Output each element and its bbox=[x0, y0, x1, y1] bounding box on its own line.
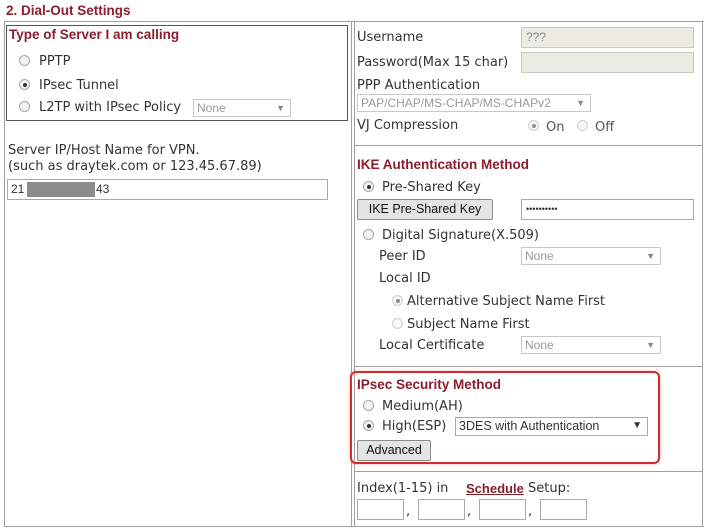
schedule-suffix: Setup: bbox=[528, 481, 571, 496]
radio-vj-on[interactable] bbox=[528, 120, 539, 131]
password-label: Password(Max 15 char) bbox=[357, 55, 509, 70]
chevron-down-icon: ▼ bbox=[576, 98, 585, 108]
ike-title: IKE Authentication Method bbox=[357, 157, 529, 172]
redacted-block bbox=[27, 182, 95, 197]
radio-high-esp[interactable] bbox=[363, 420, 374, 431]
schedule-index-1[interactable] bbox=[357, 499, 404, 520]
chevron-down-icon: ▼ bbox=[632, 420, 642, 431]
radio-medium-ah[interactable] bbox=[363, 400, 374, 411]
esp-method-select[interactable]: 3DES with Authentication ▼ bbox=[455, 417, 648, 436]
peer-id-label: Peer ID bbox=[379, 249, 426, 264]
schedule-separator: , bbox=[467, 504, 472, 519]
ppp-divider bbox=[355, 145, 702, 146]
subject-name-label: Subject Name First bbox=[407, 317, 530, 332]
radio-digital-signature[interactable] bbox=[363, 229, 374, 240]
chevron-down-icon: ▼ bbox=[276, 103, 285, 113]
l2tp-policy-value: None bbox=[197, 101, 226, 115]
schedule-index-2[interactable] bbox=[418, 499, 465, 520]
ike-psk-button[interactable]: IKE Pre-Shared Key bbox=[357, 199, 493, 220]
alt-subject-label: Alternative Subject Name First bbox=[407, 294, 606, 309]
server-host-label-1: Server IP/Host Name for VPN. bbox=[8, 143, 200, 158]
pre-shared-key-label: Pre-Shared Key bbox=[382, 180, 481, 195]
high-esp-label: High(ESP) bbox=[382, 419, 447, 434]
server-host-prefix: 21 bbox=[11, 182, 25, 196]
vj-compression-label: VJ Compression bbox=[357, 118, 459, 133]
ike-psk-input[interactable]: •••••••••• bbox=[521, 199, 694, 220]
ppp-auth-select[interactable]: PAP/CHAP/MS-CHAP/MS-CHAPv2 ▼ bbox=[357, 94, 591, 112]
local-id-label: Local ID bbox=[379, 271, 431, 286]
schedule-prefix: Index(1-15) in bbox=[357, 481, 449, 496]
ppp-auth-value: PAP/CHAP/MS-CHAP/MS-CHAPv2 bbox=[361, 96, 551, 110]
radio-vj-off[interactable] bbox=[577, 120, 588, 131]
esp-method-value: 3DES with Authentication bbox=[459, 419, 600, 433]
l2tp-label: L2TP with IPsec Policy bbox=[39, 100, 182, 115]
chevron-down-icon: ▼ bbox=[646, 251, 655, 261]
radio-pptp[interactable] bbox=[19, 55, 30, 66]
l2tp-policy-select[interactable]: None ▼ bbox=[193, 99, 291, 117]
pptp-label: PPTP bbox=[39, 54, 71, 69]
local-cert-value: None bbox=[525, 338, 554, 352]
advanced-button[interactable]: Advanced bbox=[357, 440, 431, 461]
username-label: Username bbox=[357, 30, 424, 45]
schedule-link[interactable]: Schedule bbox=[466, 481, 524, 496]
radio-pre-shared-key[interactable] bbox=[363, 181, 374, 192]
ppp-auth-label: PPP Authentication bbox=[357, 78, 481, 93]
vj-on-label: On bbox=[546, 120, 565, 135]
peer-id-select[interactable]: None ▼ bbox=[521, 247, 661, 265]
ike-divider bbox=[355, 366, 702, 367]
password-input[interactable] bbox=[521, 52, 694, 73]
table-bottom-border bbox=[4, 526, 704, 527]
local-cert-label: Local Certificate bbox=[379, 338, 485, 353]
ipsec-title: IPsec Security Method bbox=[357, 377, 502, 392]
schedule-separator: , bbox=[406, 504, 411, 519]
schedule-index-3[interactable] bbox=[479, 499, 526, 520]
server-host-label-2: (such as draytek.com or 123.45.67.89) bbox=[8, 159, 262, 174]
schedule-index-4[interactable] bbox=[540, 499, 587, 520]
ipsec-divider bbox=[355, 471, 702, 472]
server-host-input[interactable]: 21 43 bbox=[7, 179, 328, 200]
username-input[interactable]: ??? bbox=[521, 27, 694, 48]
digital-signature-label: Digital Signature(X.509) bbox=[382, 228, 540, 243]
vj-off-label: Off bbox=[595, 120, 615, 135]
radio-alt-subject[interactable] bbox=[392, 295, 403, 306]
table-right-border bbox=[702, 21, 703, 527]
local-cert-select[interactable]: None ▼ bbox=[521, 336, 661, 354]
chevron-down-icon: ▼ bbox=[646, 340, 655, 350]
server-host-suffix: 43 bbox=[96, 182, 110, 196]
radio-l2tp[interactable] bbox=[19, 101, 30, 112]
server-type-title: Type of Server I am calling bbox=[9, 27, 180, 42]
section-header: 2. Dial-Out Settings bbox=[6, 3, 131, 18]
ipsec-tunnel-label: IPsec Tunnel bbox=[39, 78, 119, 93]
peer-id-value: None bbox=[525, 249, 554, 263]
medium-ah-label: Medium(AH) bbox=[382, 399, 463, 414]
radio-ipsec-tunnel[interactable] bbox=[19, 79, 30, 90]
table-left-border bbox=[4, 21, 5, 527]
schedule-separator: , bbox=[528, 504, 533, 519]
radio-subject-name[interactable] bbox=[392, 318, 403, 329]
